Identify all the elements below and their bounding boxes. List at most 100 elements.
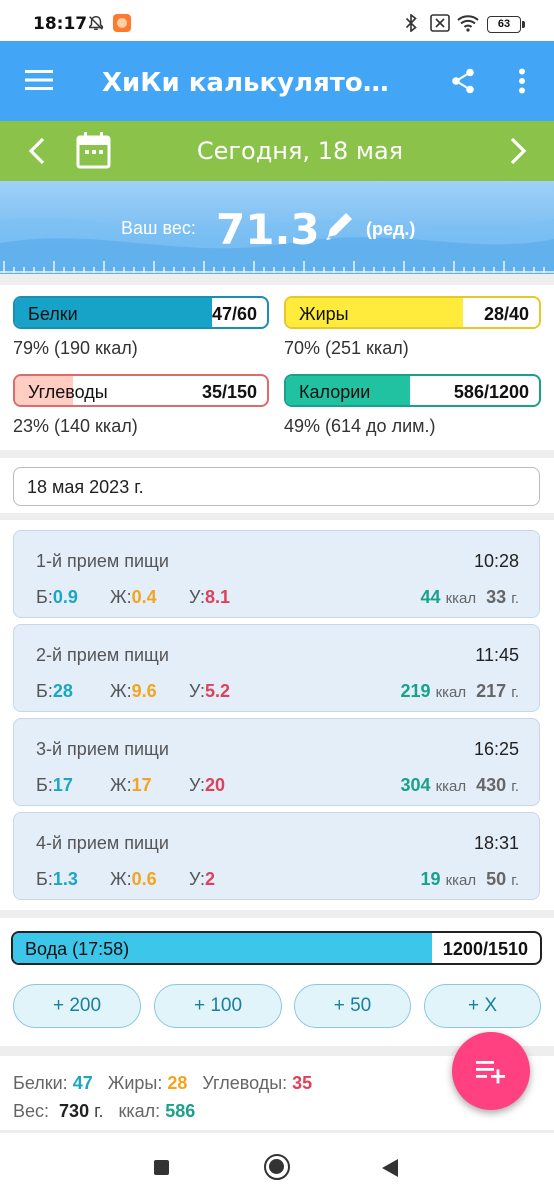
meal-item[interactable]: 1-й прием пищи 10:28 Б:0.9 Ж:0.4 У:8.1 4… xyxy=(13,530,540,618)
meal-carbs-label: У: xyxy=(189,587,206,607)
totals-weight-kcal: Вес: 730 г. ккал: 586 xyxy=(13,1101,195,1122)
diary-date-field[interactable]: 18 мая 2023 г. xyxy=(13,467,540,506)
weight-value[interactable]: 71.3 xyxy=(216,205,320,254)
meal-fat-label: Ж: xyxy=(110,869,132,889)
macros-card: Белки 47/60 79% (190 ккал) Жиры 28/40 70… xyxy=(0,285,554,450)
meal-time: 18:31 xyxy=(473,833,519,853)
meal-fat-value: 0.4 xyxy=(131,587,157,607)
add-water-200-button[interactable]: + 200 xyxy=(13,984,141,1028)
meal-grams-unit: г. xyxy=(511,684,519,701)
meal-name: 2-й прием пищи xyxy=(36,645,169,665)
meal-item[interactable]: 2-й прием пищи 11:45 Б:28 Ж:9.6 У:5.2 21… xyxy=(13,624,540,712)
playlist-add-icon xyxy=(476,1061,505,1084)
meal-kcal-unit: ккал xyxy=(435,684,467,701)
add-water-100-button[interactable]: + 100 xyxy=(154,984,282,1028)
status-bar: 18:17 63 xyxy=(0,0,554,41)
totals-macros: Белки: 47 Жиры: 28 Углеводы: 35 xyxy=(13,1073,312,1094)
meal-protein-label: Б: xyxy=(36,587,53,607)
meal-name: 3-й прием пищи xyxy=(36,739,169,759)
meal-fat-value: 0.6 xyxy=(131,869,157,889)
battery-level: 63 xyxy=(497,18,511,30)
meal-protein: Б:0.9 xyxy=(36,587,78,608)
totals-weight-value: 730 xyxy=(59,1101,90,1121)
fat-bar[interactable]: Жиры 28/40 xyxy=(284,296,541,329)
meal-grams-value: 217 xyxy=(476,681,507,701)
system-nav-bar xyxy=(0,1133,554,1200)
add-meal-fab[interactable] xyxy=(452,1032,530,1110)
chevron-right-icon[interactable] xyxy=(509,137,527,165)
calories-bar[interactable]: Калории 586/1200 xyxy=(284,374,541,407)
meal-carbs: У:2 xyxy=(189,869,215,890)
protein-bar[interactable]: Белки 47/60 xyxy=(13,296,269,329)
meal-kcal-unit: ккал xyxy=(445,590,477,607)
app-notification-icon xyxy=(113,14,131,32)
calories-value: 586/1200 xyxy=(453,382,529,402)
meal-item[interactable]: 3-й прием пищи 16:25 Б:17 Ж:17 У:20 304 … xyxy=(13,718,540,806)
meal-carbs: У:20 xyxy=(189,775,225,796)
sim-off-icon xyxy=(430,14,450,32)
meal-time: 16:25 xyxy=(473,739,519,759)
meal-protein-value: 28 xyxy=(52,681,73,701)
carbs-label: Углеводы xyxy=(28,382,108,402)
meal-energy: 19 ккал 50 г. xyxy=(421,869,519,890)
fat-note: 70% (251 ккал) xyxy=(284,338,409,358)
meal-kcal-value: 19 xyxy=(420,869,441,889)
home-circle-icon[interactable] xyxy=(264,1154,290,1180)
totals-protein-label: Белки: xyxy=(13,1073,68,1093)
current-date: Сегодня, 18 мая xyxy=(196,137,404,165)
add-water-50-button[interactable]: + 50 xyxy=(294,984,411,1028)
share-icon[interactable] xyxy=(451,68,475,94)
meal-fat-value: 17 xyxy=(131,775,152,795)
meal-item[interactable]: 4-й прием пищи 18:31 Б:1.3 Ж:0.6 У:2 19 … xyxy=(13,812,540,900)
water-value: 1200/1510 xyxy=(442,939,528,959)
weight-edit-link[interactable]: (ред.) xyxy=(366,219,415,240)
pencil-icon[interactable] xyxy=(322,209,356,243)
meal-carbs-value: 20 xyxy=(205,775,226,795)
meal-grams-unit: г. xyxy=(511,872,519,889)
chevron-left-icon[interactable] xyxy=(28,137,46,165)
meal-name: 1-й прием пищи xyxy=(36,551,169,571)
meal-protein-value: 1.3 xyxy=(52,869,78,889)
carbs-value: 35/150 xyxy=(201,382,257,402)
status-time: 18:17 xyxy=(33,14,88,34)
meal-grams-value: 50 xyxy=(486,869,507,889)
battery-icon: 63 xyxy=(487,16,521,33)
water-label: Вода (17:58) xyxy=(25,939,130,959)
back-triangle-icon[interactable] xyxy=(381,1158,399,1178)
menu-icon[interactable] xyxy=(25,69,53,91)
meal-fat-label: Ж: xyxy=(110,587,132,607)
weight-label: Ваш вес: xyxy=(121,218,196,238)
calendar-icon[interactable] xyxy=(76,131,111,169)
protein-note: 79% (190 ккал) xyxy=(13,338,138,358)
meal-protein: Б:17 xyxy=(36,775,73,796)
battery-tip xyxy=(522,21,525,28)
fat-value: 28/40 xyxy=(483,304,529,324)
carbs-bar[interactable]: Углеводы 35/150 xyxy=(13,374,269,407)
meal-protein-label: Б: xyxy=(36,775,53,795)
totals-protein-value: 47 xyxy=(72,1073,93,1093)
add-water-custom-button[interactable]: + X xyxy=(424,984,541,1028)
meal-fat-label: Ж: xyxy=(110,681,132,701)
protein-value: 47/60 xyxy=(211,304,257,324)
meal-grams-unit: г. xyxy=(511,778,519,795)
more-vert-icon[interactable] xyxy=(518,68,526,94)
meal-carbs-value: 8.1 xyxy=(205,587,231,607)
meal-protein-value: 17 xyxy=(52,775,73,795)
meal-fat-value: 9.6 xyxy=(131,681,157,701)
meal-kcal-unit: ккал xyxy=(435,778,467,795)
meal-protein-label: Б: xyxy=(36,681,53,701)
meal-carbs-label: У: xyxy=(189,775,206,795)
calories-label: Калории xyxy=(299,382,371,402)
meal-kcal-unit: ккал xyxy=(445,872,477,889)
meal-kcal-value: 44 xyxy=(420,587,441,607)
totals-kcal-value: 586 xyxy=(165,1101,196,1121)
meal-kcal-value: 219 xyxy=(400,681,431,701)
meal-carbs-label: У: xyxy=(189,681,206,701)
totals-fat-label: Жиры: xyxy=(107,1073,163,1093)
meal-energy: 304 ккал 430 г. xyxy=(401,775,520,796)
meal-kcal-value: 304 xyxy=(400,775,431,795)
meal-carbs-label: У: xyxy=(189,869,206,889)
recents-square-icon[interactable] xyxy=(154,1160,169,1175)
meal-protein-label: Б: xyxy=(36,869,53,889)
water-bar[interactable]: Вода (17:58) 1200/1510 xyxy=(11,931,542,965)
